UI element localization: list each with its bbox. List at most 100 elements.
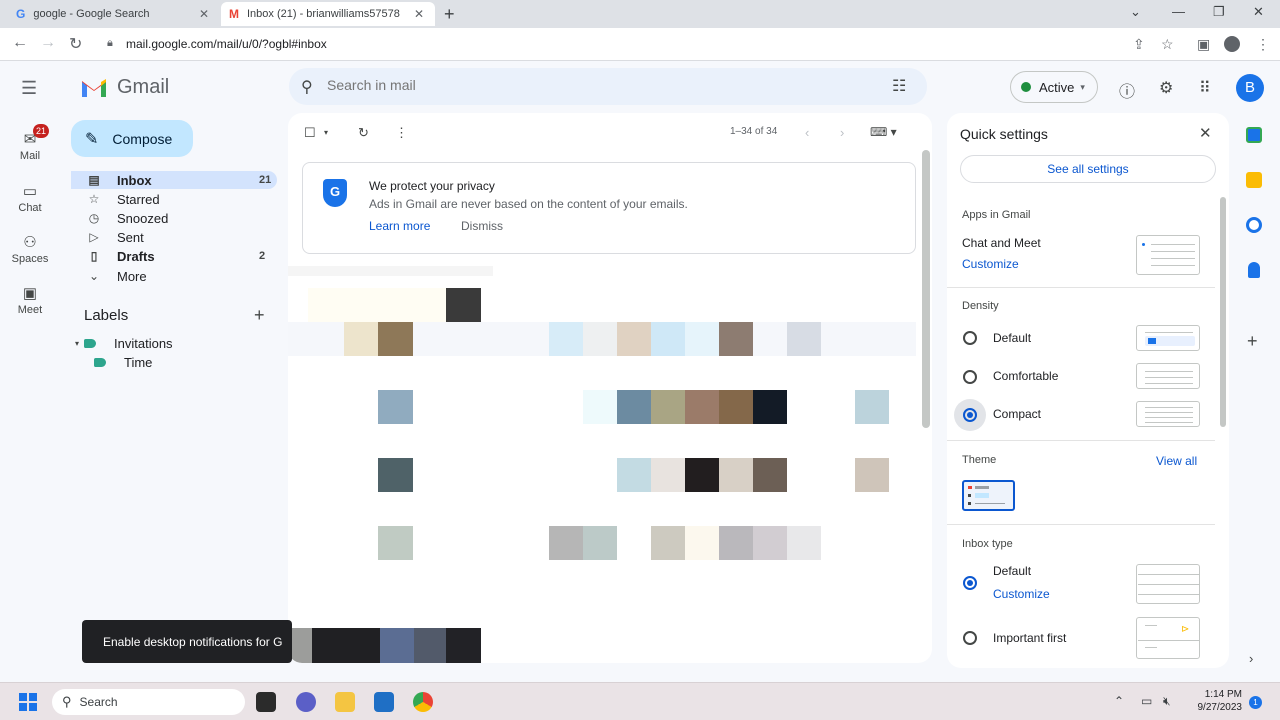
- inbox-type-option-label: Important first: [993, 631, 1067, 645]
- expand-side-panel-icon[interactable]: ›: [1249, 651, 1253, 666]
- browser-profile-icon[interactable]: [1224, 36, 1240, 52]
- help-icon[interactable]: ⓘ: [1119, 78, 1135, 102]
- network-icon[interactable]: ▭: [1141, 694, 1152, 708]
- account-avatar[interactable]: B: [1236, 74, 1264, 102]
- create-label-button[interactable]: +: [254, 305, 265, 326]
- nav-item-inbox[interactable]: ▤ Inbox 21: [71, 171, 277, 189]
- url-field[interactable]: 🔒︎ mail.google.com/mail/u/0/?ogbl#inbox: [97, 32, 1107, 56]
- select-all-checkbox[interactable]: ☐: [304, 125, 316, 141]
- pencil-icon: ✎: [85, 130, 99, 148]
- status-label: Active: [1039, 79, 1075, 95]
- share-icon[interactable]: ⇪: [1133, 36, 1145, 53]
- taskbar-clock[interactable]: 1:14 PM 9/27/2023: [1178, 688, 1243, 714]
- get-addons-icon[interactable]: +: [1247, 331, 1258, 352]
- back-arrow-icon[interactable]: ←: [12, 34, 28, 52]
- taskbar-search-box[interactable]: ⚲ Search: [52, 689, 245, 715]
- nav-label: Starred: [117, 191, 160, 207]
- keep-app-icon[interactable]: [1246, 172, 1262, 188]
- nav-item-starred[interactable]: ☆ Starred: [71, 190, 277, 208]
- density-compact-radio[interactable]: [963, 408, 977, 422]
- mail-search-bar[interactable]: ⚲ ☷: [289, 68, 927, 105]
- forward-arrow-icon[interactable]: →: [40, 34, 56, 52]
- nav-label: More: [117, 268, 147, 284]
- compose-button[interactable]: ✎ Compose: [71, 120, 193, 157]
- chrome-icon[interactable]: [413, 692, 433, 712]
- tab-gmail-inbox[interactable]: M Inbox (21) - brianwilliams57578 ✕: [221, 2, 435, 26]
- density-comfortable-radio[interactable]: [963, 370, 977, 384]
- notification-count-badge[interactable]: 1: [1249, 696, 1262, 709]
- newer-chevron-icon[interactable]: ‹: [805, 125, 809, 140]
- older-chevron-icon[interactable]: ›: [840, 125, 844, 140]
- dismiss-button[interactable]: Dismiss: [461, 219, 503, 233]
- side-panel-icon[interactable]: ▣: [1197, 36, 1210, 53]
- nav-label: Snoozed: [117, 210, 169, 226]
- theme-view-all-link[interactable]: View all: [1156, 454, 1197, 468]
- learn-more-link[interactable]: Learn more: [369, 219, 430, 233]
- nav-label: Inbox: [117, 172, 152, 188]
- search-icon[interactable]: ⚲: [301, 77, 313, 97]
- theme-thumbnail[interactable]: [962, 480, 1015, 511]
- contacts-app-icon[interactable]: [1248, 262, 1260, 278]
- search-options-icon[interactable]: ☷: [892, 76, 906, 96]
- more-actions-icon[interactable]: ⋮: [395, 125, 408, 141]
- nav-item-drafts[interactable]: ▯ Drafts 2: [71, 247, 277, 265]
- inbox-type-important-radio[interactable]: [963, 631, 977, 645]
- nav-item-more[interactable]: ⌄ More: [71, 267, 277, 285]
- tab-search-icon[interactable]: ⌄: [1130, 4, 1141, 20]
- maximize-button[interactable]: ❐: [1213, 4, 1225, 20]
- teams-chat-icon[interactable]: [296, 692, 316, 712]
- inbox-type-customize-link[interactable]: Customize: [993, 587, 1050, 601]
- caret-down-icon[interactable]: ▾: [75, 339, 79, 348]
- volume-muted-icon[interactable]: 🔇︎: [1163, 694, 1171, 709]
- close-window-button[interactable]: ✕: [1253, 4, 1264, 20]
- calendar-app-icon[interactable]: [1246, 127, 1262, 143]
- input-tools-icon[interactable]: ⌨ ▾: [870, 125, 897, 139]
- nav-item-sent[interactable]: ▷ Sent: [71, 228, 277, 246]
- label-item-time[interactable]: Time: [94, 355, 152, 370]
- density-comfortable-preview-icon: [1136, 363, 1200, 389]
- rail-meet[interactable]: ▣ Meet: [6, 284, 54, 316]
- lock-icon: 🔒︎: [107, 37, 113, 49]
- select-dropdown-icon[interactable]: ▾: [324, 128, 328, 137]
- tasks-app-icon[interactable]: [1246, 217, 1262, 233]
- search-input[interactable]: [327, 77, 867, 93]
- label-item-invitations[interactable]: ▾ Invitations: [75, 336, 173, 351]
- mail-scrollbar[interactable]: [922, 150, 930, 428]
- reload-icon[interactable]: ↻: [69, 34, 82, 54]
- nav-item-snoozed[interactable]: ◷ Snoozed: [71, 209, 277, 227]
- task-view-icon[interactable]: [256, 692, 276, 712]
- labels-heading: Labels: [84, 307, 129, 324]
- microsoft-store-icon[interactable]: [374, 692, 394, 712]
- bookmark-star-icon[interactable]: ☆: [1161, 36, 1174, 53]
- gmail-wordmark: Gmail: [117, 76, 170, 98]
- spaces-icon: ⚇: [23, 234, 37, 251]
- clock-time: 1:14 PM: [1204, 689, 1242, 700]
- important-first-preview-icon: ⊳: [1136, 617, 1200, 659]
- refresh-icon[interactable]: ↻: [358, 125, 369, 141]
- close-tab-icon[interactable]: ✕: [411, 7, 427, 21]
- tab-google-search[interactable]: G google - Google Search ✕: [8, 2, 220, 26]
- close-tab-icon[interactable]: ✕: [196, 7, 212, 21]
- google-apps-icon[interactable]: ⠿: [1199, 78, 1211, 98]
- apps-customize-link[interactable]: Customize: [962, 257, 1019, 271]
- see-all-settings-button[interactable]: See all settings: [960, 155, 1216, 183]
- status-selector[interactable]: Active ▾: [1010, 71, 1098, 103]
- density-default-radio[interactable]: [963, 331, 977, 345]
- minimize-button[interactable]: —: [1172, 4, 1185, 19]
- rail-spaces[interactable]: ⚇ Spaces: [6, 233, 54, 265]
- chevron-down-icon: ⌄: [88, 269, 100, 283]
- main-menu-icon[interactable]: ☰: [21, 78, 37, 99]
- settings-gear-icon[interactable]: ⚙: [1159, 78, 1173, 98]
- inbox-type-default-radio[interactable]: [963, 576, 977, 590]
- notification-toast[interactable]: Enable desktop notifications for G: [82, 620, 292, 663]
- show-hidden-icons-chevron-icon[interactable]: ⌃: [1114, 694, 1124, 708]
- browser-menu-icon[interactable]: ⋮: [1256, 36, 1270, 53]
- new-tab-button[interactable]: +: [444, 4, 455, 25]
- file-explorer-icon[interactable]: [335, 692, 355, 712]
- rail-chat[interactable]: ▭ Chat: [6, 182, 54, 214]
- close-icon[interactable]: ✕: [1199, 124, 1212, 142]
- windows-start-icon[interactable]: [19, 693, 37, 711]
- quick-settings-scrollbar[interactable]: [1220, 197, 1226, 427]
- label-name: Invitations: [114, 336, 173, 351]
- nav-label: Drafts: [117, 248, 155, 264]
